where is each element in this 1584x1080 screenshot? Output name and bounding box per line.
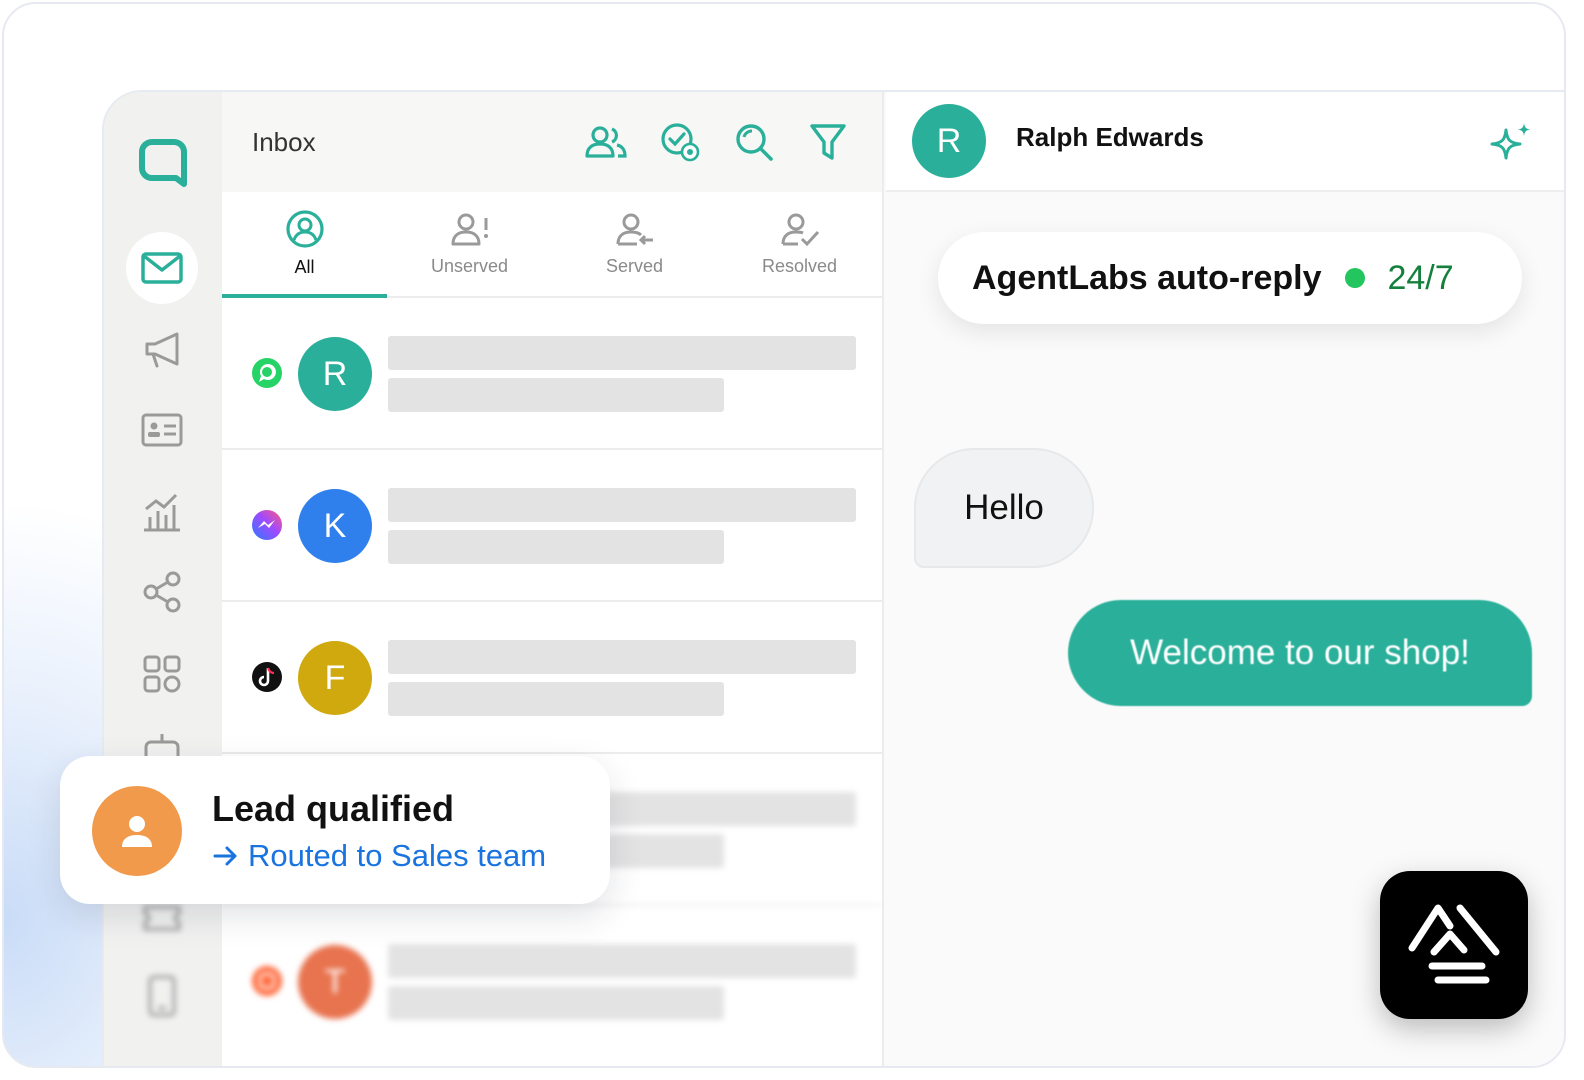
sidebar-item-inbox[interactable] (126, 232, 198, 304)
sidebar (104, 92, 222, 1066)
inbox-header: Inbox (222, 92, 882, 192)
avatar: T (298, 945, 372, 1019)
conversation-preview-placeholder (388, 986, 724, 1020)
contact-name: Ralph Edwards (1016, 122, 1204, 152)
brand-logo-icon (1408, 904, 1500, 984)
tab-served[interactable]: Served (552, 192, 717, 296)
conversation-item[interactable]: K (222, 450, 882, 602)
tab-resolved[interactable]: Resolved (717, 192, 882, 296)
auto-reply-status: AgentLabs auto-reply 24/7 (938, 232, 1522, 324)
ai-sparkle-icon[interactable] (1490, 120, 1534, 164)
sidebar-item-analytics[interactable] (126, 476, 198, 548)
megaphone-icon (145, 332, 179, 368)
team-button[interactable] (582, 118, 630, 166)
brand-badge (1380, 871, 1528, 1019)
instagram-icon (252, 966, 282, 996)
conversation-item[interactable]: T (222, 906, 882, 1058)
inbox-icon (141, 252, 183, 284)
sidebar-item-apps[interactable] (126, 638, 198, 710)
messenger-icon (252, 510, 282, 540)
chat-header: R Ralph Edwards (886, 92, 1564, 192)
user-icon (122, 816, 152, 847)
lead-notification-card: Lead qualified Routed to Sales team (60, 756, 610, 904)
avatar: K (298, 489, 372, 563)
avatar: R (298, 337, 372, 411)
inbox-tabs: All Unserved Served Resolved (222, 192, 882, 298)
conversation-title-placeholder (388, 944, 856, 978)
conversation-preview-placeholder (388, 530, 724, 564)
whatsapp-status-button[interactable] (656, 118, 704, 166)
tab-resolved-label: Resolved (761, 255, 838, 276)
user-alert-icon (451, 213, 488, 245)
filter-icon (810, 124, 846, 160)
lead-route: Routed to Sales team (212, 838, 546, 874)
lead-title: Lead qualified (212, 788, 455, 829)
message-outgoing: Welcome to our shop! (1068, 600, 1532, 706)
search-icon (736, 124, 773, 161)
app-logo-icon[interactable] (138, 136, 188, 188)
user-circle-icon (285, 209, 324, 248)
apps-icon (143, 655, 181, 693)
conversation-title-placeholder (388, 640, 856, 674)
inbox-title: Inbox (252, 126, 316, 157)
tab-unserved-label: Unserved (430, 255, 509, 276)
message-incoming: Hello (914, 448, 1094, 568)
sidebar-item-contacts[interactable] (126, 394, 198, 466)
arrow-right-icon (213, 846, 237, 866)
app-window: Inbox All Unserved Served Resolved R K F… (102, 90, 1564, 1066)
people-icon (585, 126, 627, 158)
whatsapp-icon (252, 358, 282, 388)
conversation-preview-placeholder (388, 378, 724, 412)
tiktok-icon (252, 662, 282, 692)
sidebar-item-mobile[interactable] (126, 960, 198, 1032)
sidebar-item-broadcast[interactable] (126, 314, 198, 386)
online-status-dot (1345, 268, 1366, 288)
inbox-panel: Inbox All Unserved Served Resolved R K F… (222, 92, 884, 1066)
conversation-item[interactable]: F (222, 602, 882, 754)
mobile-icon (148, 975, 176, 1017)
share-icon (143, 571, 181, 613)
sidebar-item-integrations[interactable] (126, 556, 198, 628)
lead-route-label: Routed to Sales team (248, 838, 547, 873)
filter-button[interactable] (804, 118, 852, 166)
ticket-icon (143, 905, 181, 931)
whatsapp-check-icon (661, 123, 700, 162)
conversation-item[interactable]: R (222, 298, 882, 450)
tab-all[interactable]: All (222, 192, 387, 298)
contact-avatar[interactable]: R (912, 104, 986, 178)
conversation-title-placeholder (388, 336, 856, 370)
auto-reply-hours: 24/7 (1387, 258, 1454, 297)
auto-reply-label: AgentLabs auto-reply (972, 258, 1322, 297)
tab-unserved[interactable]: Unserved (387, 192, 552, 296)
search-button[interactable] (730, 118, 778, 166)
analytics-icon (144, 493, 180, 532)
screenshot-frame: Inbox All Unserved Served Resolved R K F… (2, 2, 1566, 1068)
conversation-title-placeholder (388, 488, 856, 522)
user-arrow-icon (616, 213, 653, 245)
lead-avatar (92, 786, 182, 876)
avatar: F (298, 641, 372, 715)
contact-card-icon (141, 413, 183, 447)
user-check-icon (781, 213, 819, 246)
tab-served-label: Served (605, 255, 664, 276)
conversation-preview-placeholder (388, 682, 724, 716)
tab-all-label: All (294, 256, 315, 277)
